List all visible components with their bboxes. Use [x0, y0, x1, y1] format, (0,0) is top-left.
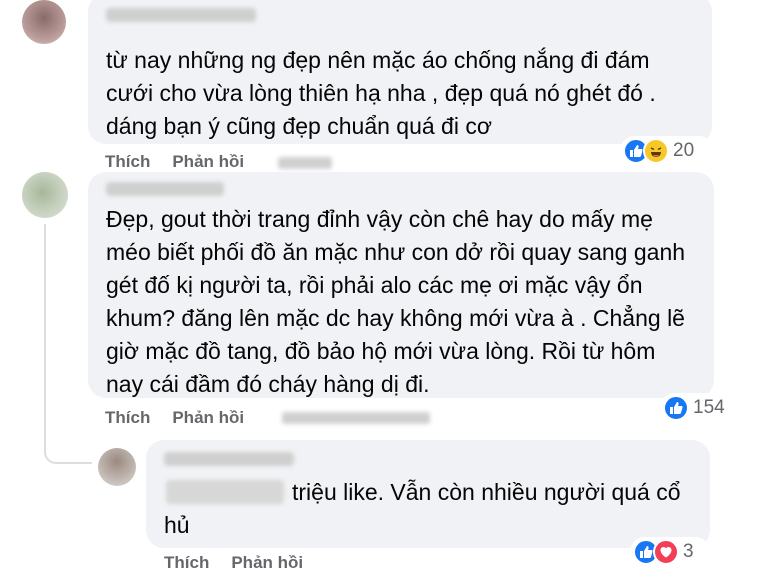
commenter-name-redacted[interactable]: [106, 182, 224, 196]
reaction-summary[interactable]: 20: [620, 136, 714, 166]
reply-button[interactable]: Phản hồi: [231, 553, 303, 572]
comment-actions: Thích Phản hồi: [105, 408, 266, 428]
reaction-summary[interactable]: 154: [660, 393, 738, 423]
comment-text-line: giờ mặc đồ tang, đồ bảo hộ mới vừa lòng.…: [106, 338, 656, 364]
comment-text-line: từ nay những ng đẹp nên mặc áo chống nắn…: [106, 47, 650, 73]
comment-text-line: triệu like. Vẫn còn nhiều người quá cổ: [292, 479, 681, 505]
comment-text-line: cưới cho vừa lòng thiên hạ nha , đẹp quá…: [106, 80, 656, 106]
comment-text-line: dáng bạn ý cũng đẹp chuẩn quá đi cơ: [106, 113, 492, 139]
reaction-count: 20: [673, 140, 695, 161]
comment-text-line: Đẹp, gout thời trang đỉnh vậy còn chê ha…: [106, 206, 653, 232]
avatar[interactable]: [22, 172, 68, 218]
haha-icon: [643, 138, 669, 164]
commenter-name-redacted[interactable]: [164, 452, 294, 466]
love-icon: [653, 539, 679, 565]
comment-text-line: khum? đăng lên mặc dc hay không mới vừa …: [106, 305, 685, 331]
reply-button[interactable]: Phản hồi: [172, 152, 244, 171]
comment-bubble: triệu like. Vẫn còn nhiều người quá cổ h…: [146, 440, 710, 548]
like-button[interactable]: Thích: [105, 408, 150, 427]
reaction-count: 154: [693, 397, 725, 418]
timestamp-redacted[interactable]: [282, 412, 430, 424]
avatar[interactable]: [22, 0, 66, 44]
like-button[interactable]: Thích: [105, 152, 150, 171]
comment-text-line: méo biết phối đồ ăn mặc như con dở rồi q…: [106, 239, 686, 265]
avatar[interactable]: [98, 448, 136, 486]
reply-button[interactable]: Phản hồi: [172, 408, 244, 427]
comment-bubble: Đẹp, gout thời trang đỉnh vậy còn chê ha…: [88, 172, 714, 398]
comment-text-line: nay cái đầm đó cháy hàng dị đi.: [106, 371, 430, 397]
reaction-count: 3: [683, 541, 694, 562]
commenter-name-redacted[interactable]: [106, 8, 256, 22]
reply-thread-line: [44, 224, 92, 464]
redacted-text: [166, 480, 284, 504]
like-button[interactable]: Thích: [164, 553, 209, 572]
comment-actions: Thích Phản hồi: [105, 152, 266, 172]
comment-text-line: hủ: [164, 512, 190, 538]
comment-actions: Thích Phản hồi: [164, 553, 325, 573]
like-icon: [663, 395, 689, 421]
timestamp-redacted[interactable]: [278, 157, 332, 169]
comment-text-line: gét đố kị người ta, rồi phải alo các mẹ …: [106, 272, 643, 298]
reaction-summary[interactable]: 3: [630, 537, 710, 567]
comment-bubble: từ nay những ng đẹp nên mặc áo chống nắn…: [88, 0, 712, 144]
